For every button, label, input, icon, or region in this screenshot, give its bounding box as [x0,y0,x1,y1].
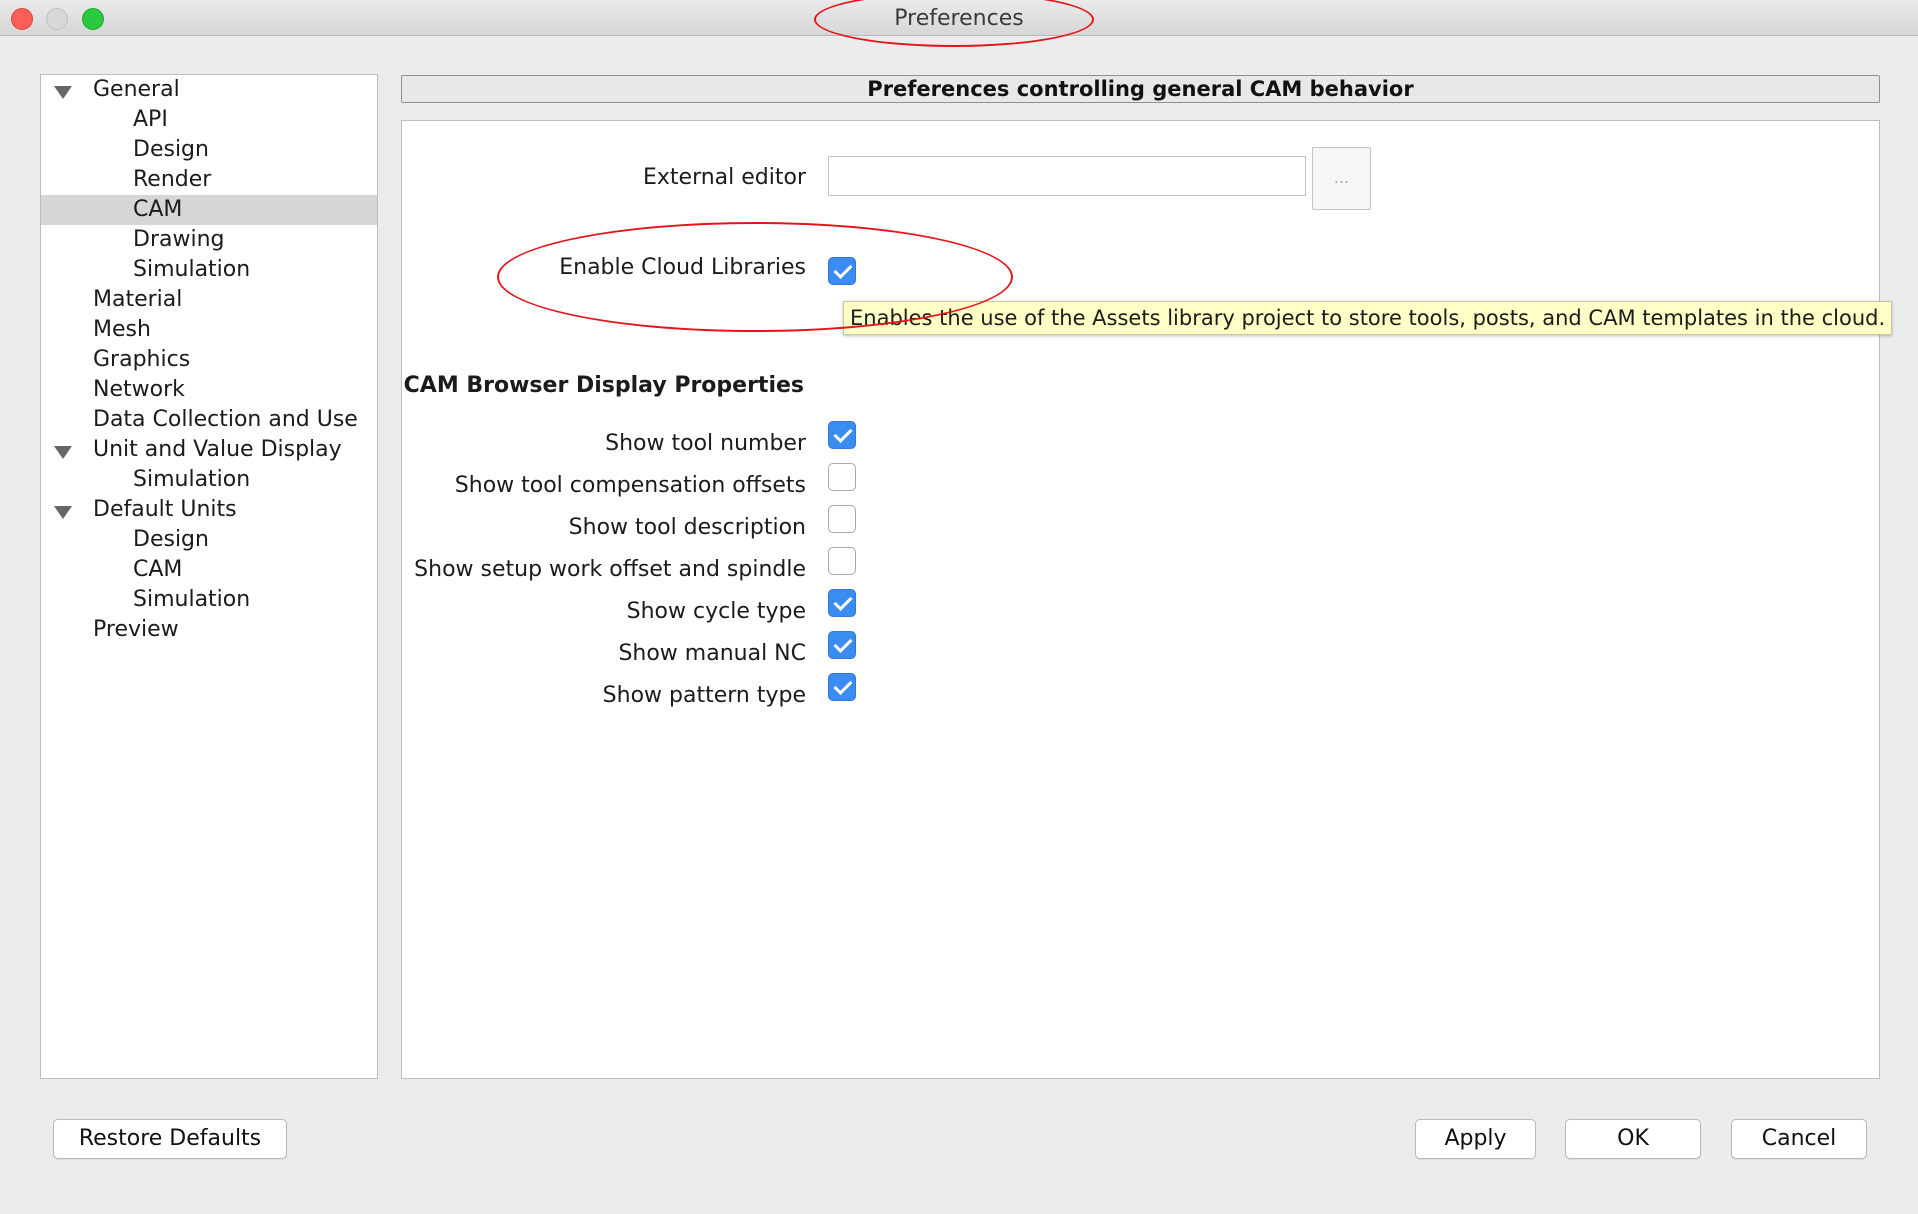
option-label: Show cycle type [626,599,806,624]
tree-item-general[interactable]: General [41,75,377,105]
option-label: Show tool description [568,515,806,540]
cancel-button[interactable]: Cancel [1731,1119,1867,1159]
tree-item-label: API [133,107,168,132]
restore-defaults-button[interactable]: Restore Defaults [53,1119,287,1159]
tree-item-label: Preview [93,617,179,642]
tree-item-label: Drawing [133,227,225,252]
apply-button[interactable]: Apply [1415,1119,1536,1159]
tree-item-label: Render [133,167,212,192]
show-manual-nc-checkbox[interactable] [828,631,856,659]
tree-item-cam-selected[interactable]: CAM [41,195,377,225]
show-pattern-type-checkbox[interactable] [828,673,856,701]
tree-item-label: Default Units [93,497,237,522]
tree-item-label: CAM [133,557,183,582]
option-label: Show tool compensation offsets [454,473,806,498]
tree-item-drawing[interactable]: Drawing [41,225,377,255]
show-tool-compensation-offsets-checkbox[interactable] [828,463,856,491]
tree-item-label: Design [133,527,209,552]
tree-item-label: Design [133,137,209,162]
tree-item-label: Network [93,377,185,402]
tree-item-mesh[interactable]: Mesh [41,315,377,345]
tree-item-label: Simulation [133,587,251,612]
tree-item-units-simulation[interactable]: Simulation [41,585,377,615]
tree-item-render[interactable]: Render [41,165,377,195]
cloud-libraries-label: Enable Cloud Libraries [559,255,806,280]
title-annotation-ellipse [814,0,1094,47]
tree-item-unit-value-display[interactable]: Unit and Value Display [41,435,377,465]
tree-item-label: General [93,77,180,102]
section-title: CAM Browser Display Properties [403,373,804,398]
cloud-libraries-checkbox[interactable] [828,257,856,285]
tree-item-label: Material [93,287,183,312]
tree-item-data-collection[interactable]: Data Collection and Use [41,405,377,435]
tree-item-simulation[interactable]: Simulation [41,255,377,285]
option-label: Show manual NC [618,641,806,666]
tree-item-graphics[interactable]: Graphics [41,345,377,375]
tree-item-preview[interactable]: Preview [41,615,377,645]
tree-item-material[interactable]: Material [41,285,377,315]
tree-item-label: Simulation [133,257,251,282]
tree-item-label: Data Collection and Use [93,407,358,432]
tree-item-label: CAM [133,197,183,222]
external-editor-label: External editor [642,165,806,190]
tree-item-label: Simulation [133,467,251,492]
tree-item-units-cam[interactable]: CAM [41,555,377,585]
cloud-libraries-tooltip: Enables the use of the Assets library pr… [843,301,1893,335]
label-column: External editor Enable Cloud Libraries S… [402,121,806,1078]
external-editor-input[interactable] [828,156,1306,196]
tree-item-label: Mesh [93,317,151,342]
option-label: Show tool number [605,431,806,456]
ok-button[interactable]: OK [1565,1119,1701,1159]
tree-item-units-design[interactable]: Design [41,525,377,555]
tree-item-network[interactable]: Network [41,375,377,405]
expand-arrow-icon[interactable] [54,506,72,519]
browse-button[interactable]: ... [1312,147,1371,210]
expand-arrow-icon[interactable] [54,86,72,99]
panel-header: Preferences controlling general CAM beha… [401,75,1880,103]
option-label: Show setup work offset and spindle [414,557,806,582]
show-tool-description-checkbox[interactable] [828,505,856,533]
option-label: Show pattern type [602,683,806,708]
preferences-tree[interactable]: General API Design Render CAM Drawing Si… [40,74,378,1079]
tree-item-label: Unit and Value Display [93,437,342,462]
tree-item-label: Graphics [93,347,191,372]
tree-item-default-units[interactable]: Default Units [41,495,377,525]
tree-item-api[interactable]: API [41,105,377,135]
expand-arrow-icon[interactable] [54,446,72,459]
cam-preferences-panel: External editor Enable Cloud Libraries S… [401,120,1893,1079]
show-cycle-type-checkbox[interactable] [828,589,856,617]
show-setup-work-offset-checkbox[interactable] [828,547,856,575]
tree-item-unit-simulation[interactable]: Simulation [41,465,377,495]
tree-item-design[interactable]: Design [41,135,377,165]
show-tool-number-checkbox[interactable] [828,421,856,449]
